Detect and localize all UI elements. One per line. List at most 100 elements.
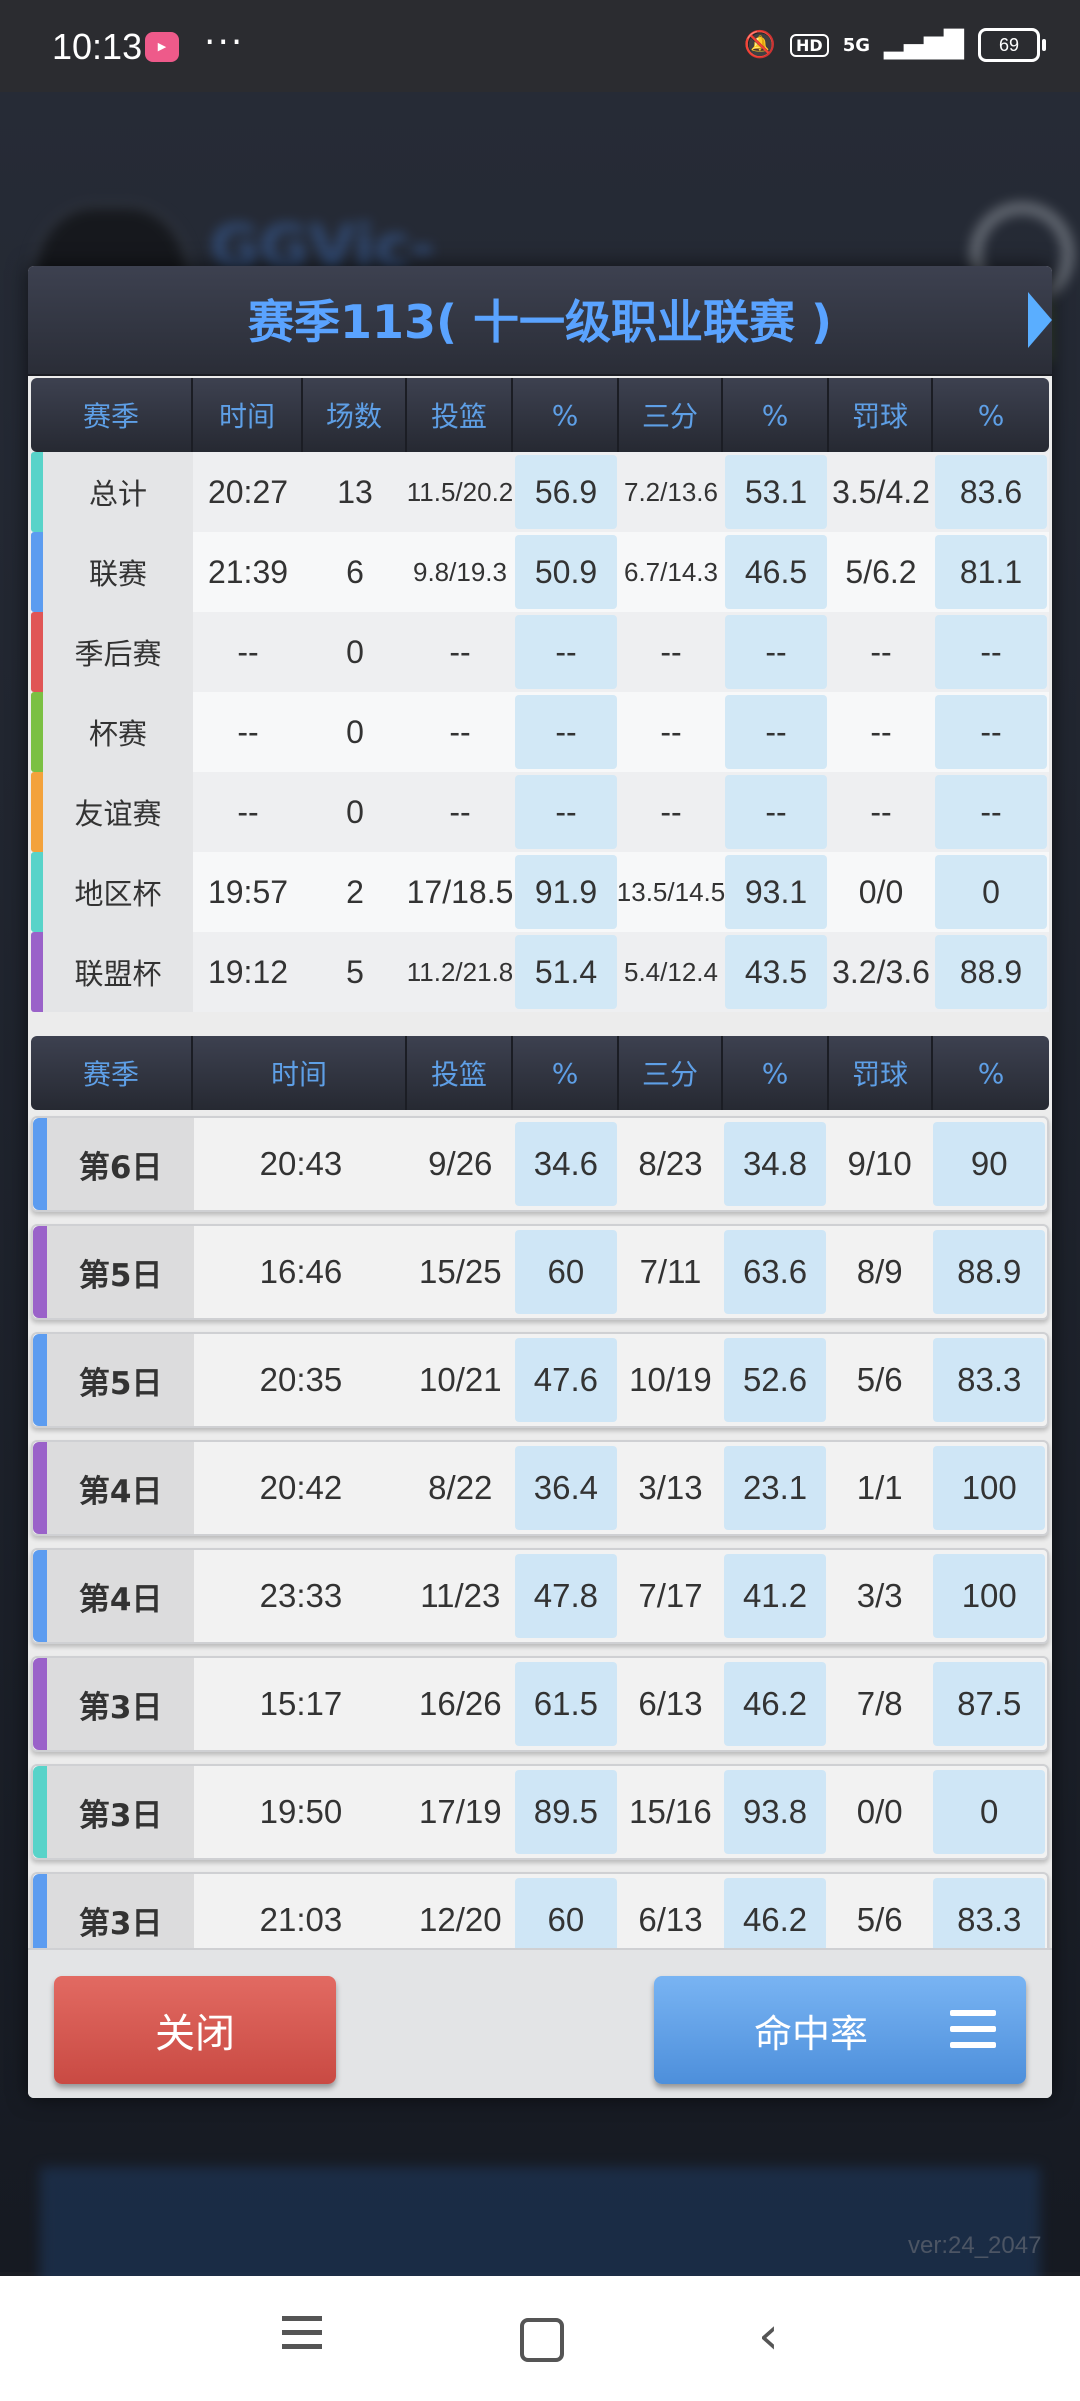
col-header: % [977,1056,1005,1090]
summary-cell-ft-pct: -- [935,775,1047,849]
col-header: 三分 [619,1036,723,1110]
summary-cell-time: 19:57 [207,873,289,910]
summary-cell-three: 7.2/13.6 [624,476,718,507]
game-cell-three: 7/17 [638,1577,703,1614]
summary-cell-games: 0 [346,633,364,670]
network-5g-icon: 5G [842,34,871,56]
game-row[interactable]: 第4日 20:42 8/22 36.4 3/13 23.1 1/1 100 [31,1440,1049,1536]
game-row[interactable]: 第5日 16:46 15/25 60 7/11 63.6 8/9 88.9 [31,1224,1049,1320]
game-cell-fg-pct: 47.6 [515,1338,617,1422]
game-cell-ft: 1/1 [856,1469,903,1506]
game-cell-three-pct: 52.6 [724,1338,826,1422]
game-cell-time: 20:42 [259,1469,343,1506]
game-row[interactable]: 第4日 23:33 11/23 47.8 7/17 41.2 3/3 100 [31,1548,1049,1644]
summary-cell-fg: 17/18.5 [406,873,514,910]
summary-cell-ft-pct: 88.9 [935,935,1047,1009]
summary-cell-ft: -- [870,633,892,670]
game-row[interactable]: 第6日 20:43 9/26 34.6 8/23 34.8 9/10 90 [31,1116,1049,1212]
col-header: 投篮 [407,378,513,452]
game-cell-time: 19:50 [259,1793,343,1830]
game-cell-ft-pct: 83.3 [933,1338,1045,1422]
summary-cell-three: -- [660,633,682,670]
row-color-strip [31,692,43,772]
summary-cell-fg-pct: 51.4 [515,935,617,1009]
game-cell-three: 3/13 [638,1469,703,1506]
summary-cell-ft-pct: 81.1 [935,535,1047,609]
summary-cell-games: 0 [346,793,364,830]
game-row[interactable]: 第3日 19:50 17/19 89.5 15/16 93.8 0/0 0 [31,1764,1049,1860]
col-header: 罚球 [829,378,933,452]
game-cell-three: 7/11 [639,1253,702,1290]
game-cell-day: 第4日 [46,1550,195,1642]
game-cell-ft: 5/6 [856,1361,903,1398]
game-cell-fg-pct: 61.5 [515,1662,617,1746]
summary-cell-fg: 11.5/20.2 [406,476,514,507]
summary-cell-three-pct: 93.1 [725,855,827,929]
summary-cell-fg-pct: -- [515,775,617,849]
game-cell-fg: 15/25 [418,1253,502,1290]
status-bar: 10:13 ▶ ··· 🔕 HD 5G ▂▄▆█ 69 [0,0,1080,92]
row-color-strip [33,1766,47,1858]
game-cell-time: 16:46 [259,1253,343,1290]
game-cell-ft: 3/3 [856,1577,903,1614]
summary-cell-time: -- [237,633,259,670]
game-cell-time: 23:33 [259,1577,343,1614]
game-cell-three: 10/19 [629,1361,712,1398]
row-color-strip [33,1226,47,1318]
summary-cell-ft-pct: -- [935,615,1047,689]
summary-row: 杯赛 -- 0 -- -- -- -- -- -- [31,692,1049,772]
next-season-arrow-icon[interactable] [1028,292,1052,348]
summary-cell-label: 联赛 [43,532,193,612]
summary-cell-ft: 5/6.2 [845,553,917,590]
col-header: % [513,378,619,452]
recent-apps-icon[interactable] [282,2316,322,2358]
game-row[interactable]: 第3日 15:17 16/26 61.5 6/13 46.2 7/8 87.5 [31,1656,1049,1752]
summary-cell-ft-pct: -- [935,695,1047,769]
more-notifications-icon: ··· [204,22,245,63]
game-row[interactable]: 第5日 20:35 10/21 47.6 10/19 52.6 5/6 83.3 [31,1332,1049,1428]
game-cell-three-pct: 23.1 [724,1446,826,1530]
battery-icon: 69 [978,28,1046,62]
hit-rate-button[interactable]: 命中率 [654,1976,1026,2084]
row-color-strip [31,532,43,612]
row-color-strip [33,1334,47,1426]
summary-cell-three-pct: -- [725,775,827,849]
game-cell-fg-pct: 36.4 [515,1446,617,1530]
game-cell-time: 20:35 [259,1361,343,1398]
game-cell-ft: 0/0 [856,1793,903,1830]
season-stats-dialog: 赛季113( 十一级职业联赛 ) 赛季 时间 场数 投篮 % 三分 % 罚球 %… [28,266,1052,2098]
game-cell-ft-pct: 100 [933,1554,1045,1638]
clock: 10:13 [52,26,143,67]
col-header: 赛季 [31,378,193,452]
game-cell-ft-pct: 88.9 [933,1230,1045,1314]
hit-rate-label: 命中率 [754,2011,869,2056]
signal-icon: ▂▄▆█ [884,30,964,60]
summary-cell-three: -- [660,713,682,750]
summary-body: 总计 20:27 13 11.5/20.2 56.9 7.2/13.6 53.1 3.5/4.… [31,452,1049,1012]
game-cell-three-pct: 93.8 [724,1770,826,1854]
game-cell-ft-pct: 100 [933,1446,1045,1530]
bilibili-app-icon: ▶ [145,32,179,62]
game-cell-fg: 8/22 [428,1469,493,1506]
summary-cell-games: 5 [346,953,364,990]
summary-row: 联盟杯 19:12 5 11.2/21.8 51.4 5.4/12.4 43.5 3.2/3.… [31,932,1049,1012]
summary-cell-three-pct: 53.1 [725,455,827,529]
summary-table: 赛季 时间 场数 投篮 % 三分 % 罚球 % 总计 20:27 13 11.5/20… [31,378,1049,1012]
col-header: % [513,1036,619,1110]
summary-cell-games: 0 [346,713,364,750]
game-cell-day: 第3日 [46,1766,195,1858]
back-icon[interactable]: ‹ [758,2306,779,2366]
summary-cell-label: 总计 [43,452,193,532]
game-cell-three-pct: 46.2 [724,1662,826,1746]
close-button[interactable]: 关闭 [54,1976,336,2084]
summary-cell-ft: 0/0 [858,873,904,910]
row-color-strip [33,1658,47,1750]
summary-cell-fg-pct: -- [515,615,617,689]
row-color-strip [33,1118,47,1210]
home-icon[interactable] [520,2318,564,2362]
col-header: 场数 [303,378,407,452]
summary-row: 联赛 21:39 6 9.8/19.3 50.9 6.7/14.3 46.5 5/6.2 81.… [31,532,1049,612]
col-header: 时间 [193,378,303,452]
col-header: % [723,378,829,452]
row-color-strip [33,1442,47,1534]
